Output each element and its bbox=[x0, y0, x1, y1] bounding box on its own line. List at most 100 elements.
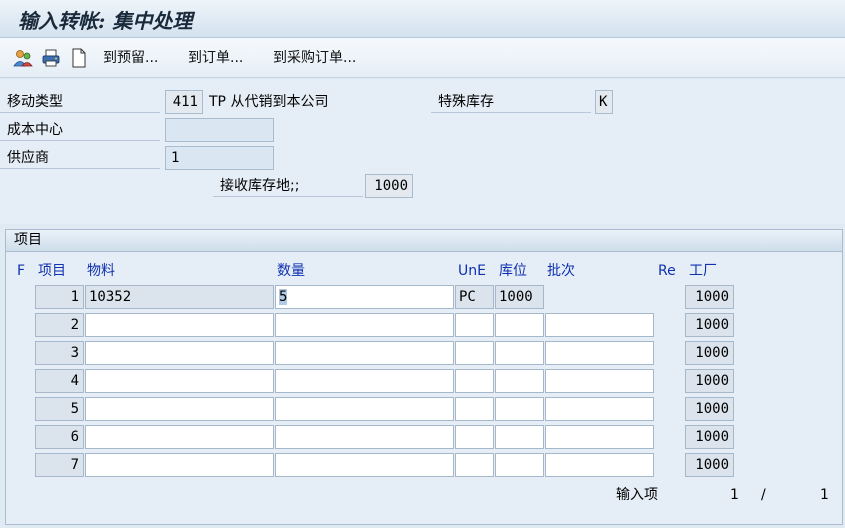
plant-cell-value: 1000 bbox=[695, 429, 729, 445]
special-stock-field[interactable]: K bbox=[595, 90, 613, 114]
column-header-unit[interactable]: UnE bbox=[458, 261, 486, 281]
window-title: 输入转帐: 集中处理 bbox=[18, 9, 193, 33]
column-header-item[interactable]: 项目 bbox=[38, 261, 66, 281]
entries-total: 1 bbox=[820, 487, 829, 503]
document-icon[interactable] bbox=[69, 48, 89, 68]
batch-cell[interactable] bbox=[545, 369, 654, 393]
plant-cell-value: 1000 bbox=[695, 373, 729, 389]
unit-cell[interactable] bbox=[455, 313, 494, 337]
plant-cell-value: 1000 bbox=[695, 401, 729, 417]
item-number-cell: 6 bbox=[35, 425, 84, 449]
quantity-cell-value: 5 bbox=[279, 289, 288, 305]
item-number-cell: 5 bbox=[35, 397, 84, 421]
item-number-cell-value: 5 bbox=[70, 401, 79, 417]
sloc-cell[interactable] bbox=[495, 313, 544, 337]
vendor-field[interactable]: 1 bbox=[165, 146, 274, 170]
unit-cell[interactable] bbox=[455, 425, 494, 449]
plant-cell-value: 1000 bbox=[695, 289, 729, 305]
item-number-cell: 4 bbox=[35, 369, 84, 393]
quantity-cell[interactable] bbox=[275, 425, 454, 449]
batch-cell[interactable] bbox=[545, 285, 654, 309]
entries-label: 输入项 bbox=[616, 487, 658, 503]
title-bar: 输入转帐: 集中处理 bbox=[0, 0, 845, 38]
quantity-cell[interactable] bbox=[275, 369, 454, 393]
column-header-quantity[interactable]: 数量 bbox=[277, 261, 305, 281]
sloc-cell[interactable] bbox=[495, 397, 544, 421]
quantity-cell[interactable] bbox=[275, 341, 454, 365]
material-cell[interactable] bbox=[85, 453, 274, 477]
plant-cell[interactable]: 1000 bbox=[685, 425, 734, 449]
plant-cell-value: 1000 bbox=[695, 457, 729, 473]
column-header-f[interactable]: F bbox=[17, 261, 25, 281]
entries-current: 1 bbox=[730, 487, 739, 503]
unit-cell[interactable]: PC bbox=[455, 285, 494, 309]
sloc-cell[interactable] bbox=[495, 453, 544, 477]
batch-cell[interactable] bbox=[545, 341, 654, 365]
material-cell[interactable]: 10352 bbox=[85, 285, 274, 309]
item-number-cell: 3 bbox=[35, 341, 84, 365]
quantity-cell[interactable]: 5 bbox=[275, 285, 454, 309]
sloc-cell[interactable] bbox=[495, 369, 544, 393]
unit-cell[interactable] bbox=[455, 341, 494, 365]
to-reservation-button[interactable]: 到预留... bbox=[103, 48, 158, 68]
quantity-cell[interactable] bbox=[275, 313, 454, 337]
cost-center-field[interactable] bbox=[165, 118, 274, 142]
item-number-cell: 7 bbox=[35, 453, 84, 477]
movement-type-label: 移动类型 bbox=[0, 91, 160, 113]
material-cell[interactable] bbox=[85, 369, 274, 393]
column-header-batch[interactable]: 批次 bbox=[547, 261, 575, 281]
quantity-cell[interactable] bbox=[275, 397, 454, 421]
sloc-cell[interactable]: 1000 bbox=[495, 285, 544, 309]
plant-cell[interactable]: 1000 bbox=[685, 369, 734, 393]
movement-type-field[interactable]: 411 bbox=[165, 90, 203, 114]
batch-cell[interactable] bbox=[545, 313, 654, 337]
special-stock-label: 特殊库存 bbox=[431, 91, 591, 113]
application-toolbar: 到预留... 到订单... 到采购订单... bbox=[0, 38, 845, 78]
material-cell[interactable] bbox=[85, 313, 274, 337]
receiving-sloc-field[interactable]: 1000 bbox=[365, 174, 413, 198]
plant-cell-value: 1000 bbox=[695, 317, 729, 333]
to-purchase-order-button[interactable]: 到采购订单... bbox=[273, 48, 356, 68]
plant-cell[interactable]: 1000 bbox=[685, 397, 734, 421]
column-header-sloc[interactable]: 库位 bbox=[499, 261, 527, 281]
receiving-sloc-label: 接收库存地;; bbox=[213, 175, 363, 197]
unit-cell[interactable] bbox=[455, 369, 494, 393]
quantity-cell[interactable] bbox=[275, 453, 454, 477]
item-number-cell: 1 bbox=[35, 285, 84, 309]
column-header-plant[interactable]: 工厂 bbox=[689, 261, 717, 281]
plant-cell[interactable]: 1000 bbox=[685, 341, 734, 365]
cost-center-label: 成本中心 bbox=[0, 119, 160, 141]
sloc-cell[interactable] bbox=[495, 425, 544, 449]
printer-icon[interactable] bbox=[41, 48, 61, 68]
items-section-title: 项目 bbox=[6, 230, 842, 252]
column-header-material[interactable]: 物料 bbox=[87, 261, 115, 281]
entries-separator: / bbox=[761, 487, 766, 503]
material-cell[interactable] bbox=[85, 341, 274, 365]
sloc-cell-value: 1000 bbox=[499, 289, 533, 305]
batch-cell[interactable] bbox=[545, 397, 654, 421]
plant-cell[interactable]: 1000 bbox=[685, 285, 734, 309]
item-number-cell-value: 1 bbox=[70, 289, 79, 305]
unit-cell[interactable] bbox=[455, 397, 494, 421]
plant-cell[interactable]: 1000 bbox=[685, 453, 734, 477]
material-cell-value: 10352 bbox=[89, 289, 132, 305]
vendor-label: 供应商 bbox=[0, 147, 160, 169]
unit-cell[interactable] bbox=[455, 453, 494, 477]
to-order-button[interactable]: 到订单... bbox=[188, 48, 243, 68]
item-number-cell-value: 6 bbox=[70, 429, 79, 445]
batch-cell[interactable] bbox=[545, 453, 654, 477]
item-number-cell-value: 7 bbox=[70, 457, 79, 473]
column-header-re[interactable]: Re bbox=[658, 261, 676, 281]
plant-cell[interactable]: 1000 bbox=[685, 313, 734, 337]
unit-cell-value: PC bbox=[459, 289, 476, 305]
movement-type-description: TP 从代销到本公司 bbox=[209, 94, 329, 110]
items-panel: 项目 F 项目 物料 数量 UnE 库位 批次 Re 工厂 1 10352 5 PC 1… bbox=[5, 229, 843, 525]
material-cell[interactable] bbox=[85, 397, 274, 421]
sloc-cell[interactable] bbox=[495, 341, 544, 365]
item-number-cell-value: 2 bbox=[70, 317, 79, 333]
batch-cell[interactable] bbox=[545, 425, 654, 449]
person-icon[interactable] bbox=[13, 48, 33, 68]
item-number-cell: 2 bbox=[35, 313, 84, 337]
material-cell[interactable] bbox=[85, 425, 274, 449]
item-number-cell-value: 4 bbox=[70, 373, 79, 389]
